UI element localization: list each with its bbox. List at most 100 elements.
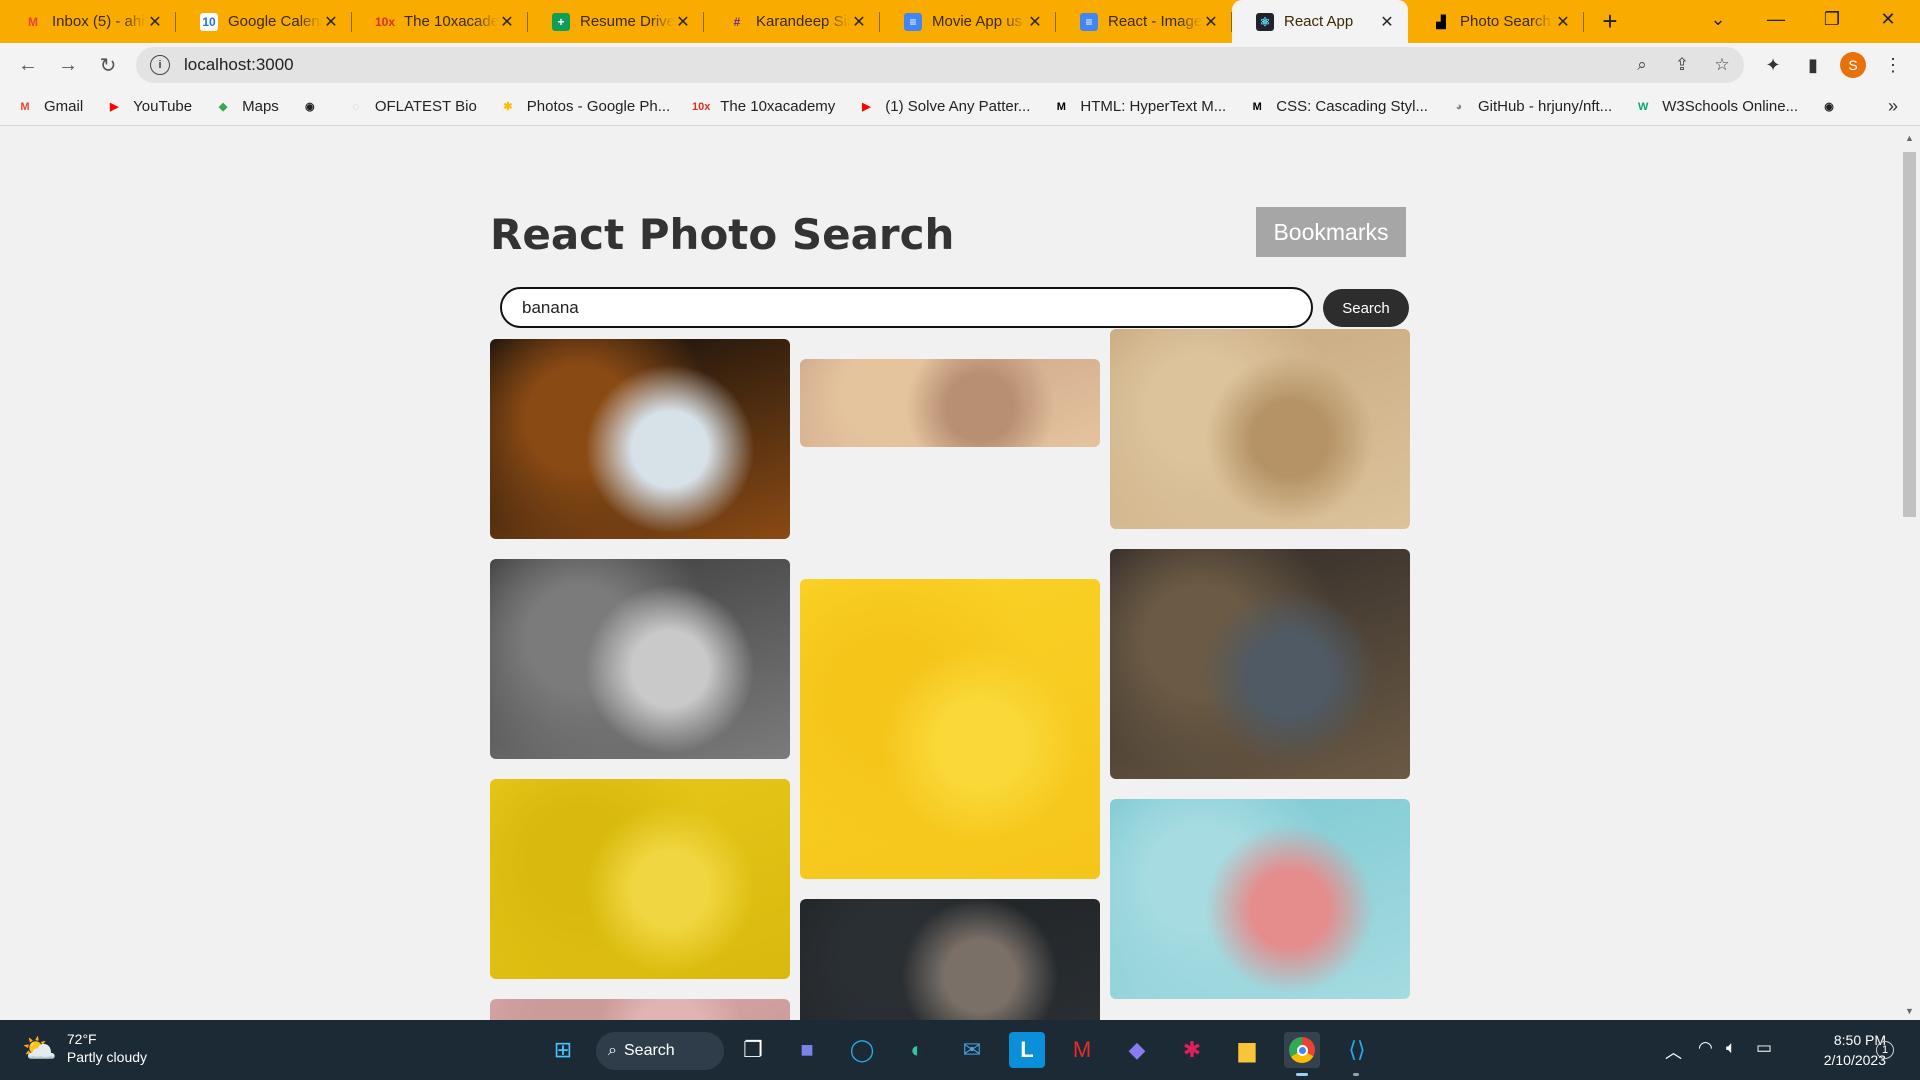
bookmark-favicon-icon: ▶ <box>109 101 119 113</box>
photo-bananas-croissant-flatlay[interactable] <box>800 359 1100 447</box>
chrome-active-indicator <box>1296 1073 1308 1076</box>
tab-favicon-icon: ⚛ <box>1256 12 1274 31</box>
tab-close-icon[interactable]: ✕ <box>1202 12 1220 32</box>
tab-close-icon[interactable]: ✕ <box>674 12 692 32</box>
slack-icon[interactable]: ✱ <box>1174 1032 1210 1068</box>
weather-widget[interactable]: ⛅ 72°F Partly cloudy <box>22 1030 147 1066</box>
photo-pink-bottom[interactable] <box>490 999 790 1020</box>
photo-basket-apples-bananas[interactable] <box>1110 549 1410 779</box>
copilot-icon[interactable]: ◆ <box>1119 1032 1155 1068</box>
tab-3[interactable]: + Resume Drive ✕ <box>528 0 704 43</box>
tab-5[interactable]: ≡ Movie App us ✕ <box>880 0 1056 43</box>
bookmark-item-10[interactable]: ◕ GitHub - hrjuny/nft... <box>1450 98 1613 115</box>
search-button[interactable]: Search <box>1323 289 1409 327</box>
tab-0[interactable]: M Inbox (5) - ahi ✕ <box>0 0 176 43</box>
tab-close-icon[interactable]: ✕ <box>850 12 868 32</box>
photo-pineapple-fruits-yellow[interactable] <box>490 779 790 979</box>
tab-1[interactable]: 10 Google Calend ✕ <box>176 0 352 43</box>
address-bar[interactable]: i localhost:3000 ⌕ ⇪ ☆ <box>136 47 1744 83</box>
bookmark-favicon-icon: ◆ <box>218 101 228 113</box>
scroll-up-icon[interactable]: ▲ <box>1905 133 1914 143</box>
tab-search-icon[interactable]: ⌄ <box>1690 0 1746 38</box>
share-icon[interactable]: ⇪ <box>1672 55 1692 75</box>
taskbar-search-label: Search <box>624 1042 675 1059</box>
chrome-icon[interactable] <box>1284 1032 1320 1068</box>
bookmark-item-7[interactable]: ▶ (1) Solve Any Patter... <box>857 98 1030 115</box>
bookmark-favicon-icon: ◌ <box>352 100 360 113</box>
page-scrollbar[interactable]: ▲ ▼ <box>1900 127 1920 1020</box>
tab-close-icon[interactable]: ✕ <box>1378 12 1396 32</box>
weather-temperature: 72°F <box>66 1031 97 1047</box>
bookmark-item-6[interactable]: 10x The 10xacademy <box>692 98 835 115</box>
tab-7[interactable]: ⚛ React App ✕ <box>1232 0 1408 43</box>
bookmark-item-12[interactable]: ◉ <box>1820 99 1848 115</box>
tab-8[interactable]: ▟ Photo Search ✕ <box>1408 0 1584 43</box>
star-icon[interactable]: ☆ <box>1712 55 1732 75</box>
system-clock[interactable]: 8:50 PM 2/10/2023 <box>1796 1030 1886 1070</box>
teams-chat-icon[interactable]: ■ <box>789 1032 825 1068</box>
tab-close-icon[interactable]: ✕ <box>322 12 340 32</box>
restore-icon[interactable]: ❐ <box>1804 0 1860 38</box>
wifi-icon[interactable]: ◠ <box>1698 1038 1713 1058</box>
tab-2[interactable]: 10x The 10xacaden ✕ <box>352 0 528 43</box>
bookmarks-button[interactable]: Bookmarks <box>1256 207 1406 257</box>
bookmark-item-1[interactable]: ▶ YouTube <box>105 98 192 115</box>
bookmark-favicon-icon: M <box>1252 100 1262 113</box>
taskbar-search[interactable]: ⌕ Search <box>596 1032 724 1070</box>
mail-icon[interactable]: ✉ <box>954 1032 990 1068</box>
bookmarks-overflow-icon[interactable]: » <box>1888 96 1898 117</box>
edge-icon[interactable]: ◐ <box>899 1032 935 1068</box>
forward-icon[interactable]: → <box>48 46 88 86</box>
bookmark-item-9[interactable]: M CSS: Cascading Styl... <box>1248 98 1428 115</box>
windows-taskbar: ⛅ 72°F Partly cloudy ⊞ ⌕ Search ❐ ■ ◯ ◐ … <box>0 1020 1920 1080</box>
tray-chevron-icon[interactable]: ︿ <box>1665 1038 1682 1063</box>
tab-6[interactable]: ≡ React - Image ✕ <box>1056 0 1232 43</box>
photo-fruit-party-table[interactable] <box>1110 799 1410 999</box>
zoom-icon[interactable]: ⌕ <box>1632 55 1652 75</box>
photo-apple-slices-dark[interactable] <box>800 899 1100 1020</box>
scrollbar-thumb[interactable] <box>1903 152 1916 517</box>
mcafee-icon[interactable]: M <box>1064 1032 1100 1068</box>
tab-close-icon[interactable]: ✕ <box>498 12 516 32</box>
photo-plate-apples-bananas-bw[interactable] <box>490 559 790 759</box>
bookmark-item-5[interactable]: ✱ Photos - Google Ph... <box>499 98 670 115</box>
bookmark-favicon-icon: ◕ <box>1455 100 1463 113</box>
close-window-icon[interactable]: ✕ <box>1860 0 1916 38</box>
notification-badge[interactable]: 1 <box>1876 1041 1894 1059</box>
volume-icon[interactable]: 🔈︎ <box>1726 1038 1736 1058</box>
cortana-icon[interactable]: ◯ <box>844 1032 880 1068</box>
bookmark-item-0[interactable]: M Gmail <box>16 98 83 115</box>
bookmark-item-8[interactable]: M HTML: HyperText M... <box>1052 98 1226 115</box>
tab-close-icon[interactable]: ✕ <box>146 12 164 32</box>
reload-icon[interactable]: ↻ <box>88 46 128 86</box>
photo-bananas-yellow-bg[interactable] <box>800 579 1100 879</box>
bookmark-item-3[interactable]: ◉ <box>301 99 329 115</box>
extensions-icon[interactable]: ✦ <box>1759 51 1787 79</box>
scroll-down-icon[interactable]: ▼ <box>1905 1006 1914 1016</box>
start-windows-icon[interactable]: ⊞ <box>545 1032 581 1068</box>
task-view-icon[interactable]: ❐ <box>735 1032 771 1068</box>
tab-4[interactable]: # Karandeep Sin ✕ <box>704 0 880 43</box>
photo-bowl-apples-bananas-dark[interactable] <box>490 339 790 539</box>
bookmark-item-11[interactable]: W W3Schools Online... <box>1634 98 1798 115</box>
site-info-icon[interactable]: i <box>150 55 170 75</box>
address-url[interactable]: localhost:3000 <box>184 55 294 75</box>
tab-favicon-icon: ▟ <box>1436 14 1446 29</box>
vscode-icon[interactable]: ⟨⟩ <box>1339 1032 1375 1068</box>
photo-oatmeal-coffee-top[interactable] <box>1110 329 1410 529</box>
profile-avatar[interactable]: S <box>1839 51 1867 79</box>
linkedin-learning-icon[interactable]: L <box>1009 1032 1045 1068</box>
tab-close-icon[interactable]: ✕ <box>1554 12 1572 32</box>
side-panel-icon[interactable]: ▮ <box>1799 51 1827 79</box>
browser-tab-strip: M Inbox (5) - ahi ✕ 10 Google Calend ✕ 10x The … <box>0 0 1920 43</box>
bookmark-item-4[interactable]: ◌ OFLATEST Bio <box>347 98 477 115</box>
tab-close-icon[interactable]: ✕ <box>1026 12 1044 32</box>
bookmark-item-2[interactable]: ◆ Maps <box>214 98 279 115</box>
minimize-icon[interactable]: — <box>1748 0 1804 38</box>
back-icon[interactable]: ← <box>8 46 48 86</box>
search-input[interactable] <box>500 287 1313 328</box>
file-explorer-icon[interactable]: ▆ <box>1229 1032 1265 1068</box>
new-tab-icon[interactable]: + <box>1588 0 1632 43</box>
menu-kebab-icon[interactable]: ⋮ <box>1879 51 1907 79</box>
battery-icon[interactable]: ▭ <box>1756 1038 1772 1058</box>
